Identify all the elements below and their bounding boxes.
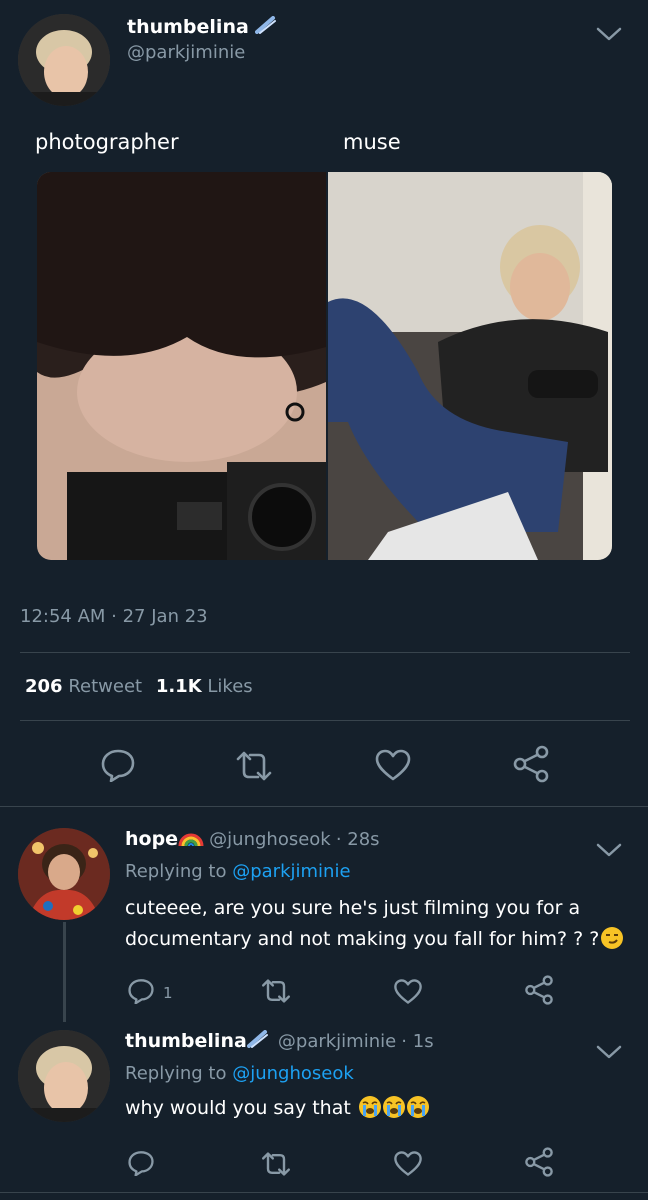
reply-text-content: why would you say that xyxy=(125,1097,351,1119)
retweet-label[interactable]: Retweet xyxy=(68,676,142,697)
crying-emoji-icon xyxy=(382,1096,405,1118)
divider xyxy=(20,652,630,653)
divider xyxy=(0,1192,648,1193)
replying-to: Replying to @junghoseok xyxy=(125,1063,354,1084)
reply-text: cuteeee, are you sure he's just filming … xyxy=(125,893,640,955)
crying-emoji-icon xyxy=(406,1096,429,1118)
display-name-text[interactable]: thumbelina xyxy=(127,16,249,38)
avatar-main[interactable] xyxy=(18,14,110,106)
reply-icon[interactable] xyxy=(100,748,136,782)
tweet-timestamp[interactable]: 12:54 AM · 27 Jan 23 xyxy=(20,606,208,627)
thread-line xyxy=(63,922,66,1022)
reply-icon[interactable] xyxy=(127,978,155,1004)
reply-header: thumbelina @parkjiminie · 1s xyxy=(125,1030,434,1052)
chevron-down-icon[interactable] xyxy=(596,1044,622,1060)
replying-to-prefix: Replying to xyxy=(125,1063,227,1084)
divider xyxy=(0,806,648,807)
chevron-down-icon[interactable] xyxy=(596,26,622,42)
photo-photographer[interactable] xyxy=(37,172,326,560)
comet-emoji-icon xyxy=(255,16,277,34)
like-count[interactable]: 1.1K xyxy=(156,676,202,697)
like-heart-icon[interactable] xyxy=(393,978,423,1005)
reply-handle[interactable]: @parkjiminie xyxy=(278,1031,396,1052)
reply-text: why would you say that xyxy=(125,1093,429,1124)
reply-display-name[interactable]: hope xyxy=(125,828,178,850)
smirk-emoji-icon xyxy=(601,927,624,949)
share-icon[interactable] xyxy=(512,745,550,783)
chevron-down-icon[interactable] xyxy=(596,842,622,858)
retweet-icon[interactable] xyxy=(234,750,274,782)
reply-count[interactable]: 1 xyxy=(163,984,173,1002)
avatar-reply-thumbelina[interactable] xyxy=(18,1030,110,1122)
replying-to-prefix: Replying to xyxy=(125,861,227,882)
media-grid[interactable] xyxy=(37,172,612,560)
retweet-icon[interactable] xyxy=(260,1151,292,1177)
engagement-stats: 206 Retweet 1.1K Likes xyxy=(25,676,253,697)
display-name[interactable]: thumbelina xyxy=(127,16,277,38)
caption-photographer: photographer xyxy=(35,130,179,154)
reply-icon[interactable] xyxy=(127,1150,155,1176)
like-heart-icon[interactable] xyxy=(393,1150,423,1177)
replying-to-mention[interactable]: @junghoseok xyxy=(232,1063,354,1084)
retweet-count[interactable]: 206 xyxy=(25,676,63,697)
divider xyxy=(20,720,630,721)
retweet-icon[interactable] xyxy=(260,978,292,1004)
reply-display-name[interactable]: thumbelina xyxy=(125,1030,247,1052)
reply-text-line: documentary and not making you fall for … xyxy=(125,924,640,955)
like-label[interactable]: Likes xyxy=(207,676,252,697)
reply-time[interactable]: · 1s xyxy=(401,1031,433,1052)
replying-to: Replying to @parkjiminie xyxy=(125,861,351,882)
comet-emoji-icon xyxy=(246,1030,268,1048)
reply-header: hope @junghoseok · 28s xyxy=(125,828,380,850)
share-icon[interactable] xyxy=(524,975,554,1005)
like-heart-icon[interactable] xyxy=(374,748,412,782)
caption-muse: muse xyxy=(343,130,401,154)
reply-text-line: cuteeee, are you sure he's just filming … xyxy=(125,897,581,919)
rainbow-emoji-icon xyxy=(178,833,204,846)
reply-time[interactable]: · 28s xyxy=(336,829,380,850)
crying-emoji-icon xyxy=(358,1096,381,1118)
reply-text-line-content: documentary and not making you fall for … xyxy=(125,928,600,950)
replying-to-mention[interactable]: @parkjiminie xyxy=(232,861,350,882)
avatar-reply-hope[interactable] xyxy=(18,828,110,920)
share-icon[interactable] xyxy=(524,1147,554,1177)
user-handle[interactable]: @parkjiminie xyxy=(127,42,245,63)
reply-handle[interactable]: @junghoseok xyxy=(209,829,331,850)
photo-muse[interactable] xyxy=(328,172,612,560)
